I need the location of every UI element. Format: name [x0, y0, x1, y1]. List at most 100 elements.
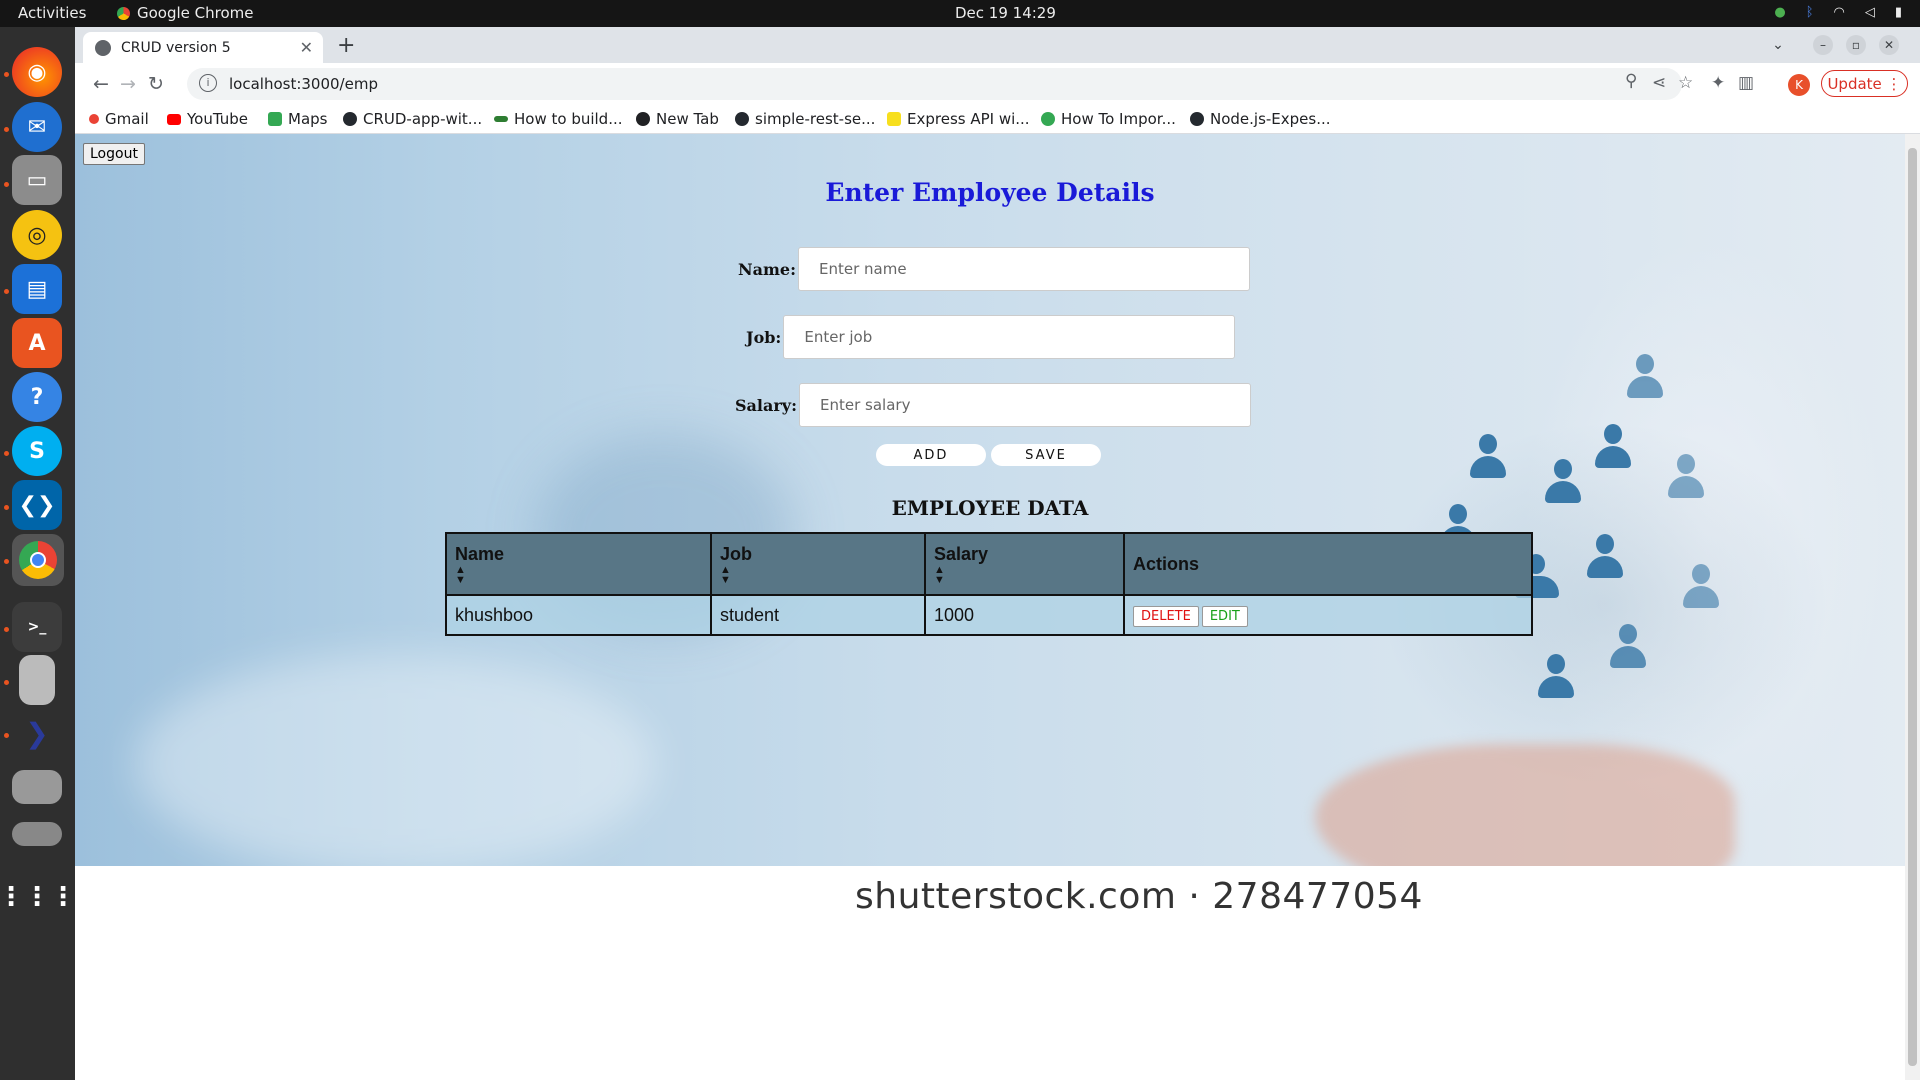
bookmark-maps[interactable]: Maps	[268, 110, 327, 128]
person-icon	[1538, 654, 1574, 698]
app-center-icon[interactable]: A	[12, 318, 62, 368]
running-indicator	[4, 559, 9, 564]
bookmark-how-to-build[interactable]: How to build...	[494, 110, 623, 128]
job-input[interactable]	[783, 315, 1236, 359]
logout-button[interactable]: Logout	[83, 143, 145, 165]
clock[interactable]: Dec 19 14:29	[955, 4, 1056, 22]
profile-avatar[interactable]: K	[1788, 74, 1810, 96]
wifi-icon: ◠	[1833, 5, 1845, 20]
google-icon	[89, 114, 99, 124]
page-scrollbar[interactable]	[1905, 134, 1920, 1080]
vscode-icon[interactable]: ❮❯	[12, 480, 62, 530]
background-blur	[135, 654, 655, 874]
maximize-button[interactable]: ▫	[1846, 35, 1866, 55]
thunderbird-icon[interactable]: ✉	[12, 102, 62, 152]
name-label: Name:	[738, 259, 797, 279]
cell-salary: 1000	[924, 594, 1125, 636]
person-icon	[1668, 454, 1704, 498]
bookmark-crud-app[interactable]: CRUD-app-wit...	[343, 110, 482, 128]
javascript-icon	[887, 112, 901, 126]
browser-toolbar: ← → ↻ i localhost:3000/emp ⚲ ⋖ ☆ ✦ ▥ K U…	[75, 63, 1920, 105]
bookmark-youtube[interactable]: YouTube	[167, 110, 248, 128]
back-button[interactable]: ←	[93, 73, 109, 95]
system-top-bar: Activities Google Chrome Dec 19 14:29 ● …	[0, 0, 1920, 27]
reload-button[interactable]: ↻	[148, 73, 164, 95]
bookmark-star-icon[interactable]: ☆	[1678, 73, 1693, 93]
app-name: Google Chrome	[137, 4, 254, 22]
check-icon	[1041, 112, 1055, 126]
terminal-icon[interactable]: >_	[12, 602, 62, 652]
link-icon	[494, 116, 508, 122]
bluetooth-icon: ᛒ	[1805, 5, 1814, 20]
bookmark-how-to-import[interactable]: How To Impor...	[1041, 110, 1176, 128]
disk-icon[interactable]	[12, 770, 62, 804]
github-icon	[735, 112, 749, 126]
share-icon[interactable]: ⋖	[1652, 73, 1666, 93]
bookmark-express-api[interactable]: Express API wi...	[887, 110, 1030, 128]
edit-button[interactable]: EDIT	[1201, 605, 1248, 627]
running-indicator	[4, 627, 9, 632]
cell-name: khushboo	[445, 594, 712, 636]
person-icon	[1610, 624, 1646, 668]
bookmark-nodejs[interactable]: Node.js-Expes...	[1190, 110, 1331, 128]
name-input[interactable]	[798, 247, 1251, 291]
close-window-button[interactable]: ✕	[1879, 35, 1899, 55]
address-bar[interactable]: i localhost:3000/emp	[187, 68, 1682, 100]
bookmark-simple-rest[interactable]: simple-rest-se...	[735, 110, 875, 128]
delete-button[interactable]: DELETE	[1133, 605, 1199, 627]
column-header-name[interactable]: Name ▲ ▼	[445, 532, 712, 596]
bookmark-new-tab[interactable]: New Tab	[636, 110, 719, 128]
running-indicator	[4, 182, 9, 187]
sort-icon[interactable]: ▲ ▼	[934, 564, 1115, 585]
rhythmbox-icon[interactable]: ◎	[12, 210, 62, 260]
extensions-icon[interactable]: ✦	[1711, 73, 1725, 93]
globe-icon	[636, 112, 650, 126]
save-button[interactable]: SAVE	[991, 444, 1101, 466]
scrollbar-thumb[interactable]	[1908, 148, 1917, 1066]
job-label: Job:	[746, 327, 782, 347]
tab-crud[interactable]: CRUD version 5 ✕	[83, 32, 323, 63]
site-info-icon[interactable]: i	[199, 74, 217, 92]
table-row: khushboo student 1000 DELETE EDIT	[445, 594, 1533, 636]
side-panel-icon[interactable]: ▥	[1738, 73, 1754, 93]
person-icon	[1595, 424, 1631, 468]
app-menu[interactable]: Google Chrome	[117, 4, 254, 22]
person-icon	[1683, 564, 1719, 608]
running-indicator	[4, 72, 9, 77]
apps-grid-icon[interactable]: ⋮⋮⋮	[0, 872, 76, 922]
update-button[interactable]: Update ⋮	[1821, 70, 1908, 97]
running-indicator	[4, 127, 9, 132]
system-tray[interactable]: ● ᛒ ◠ ◁ ▮	[1774, 5, 1902, 20]
forward-button[interactable]: →	[120, 73, 136, 95]
dock: ◉ ✉ ▭ ◎ ▤ A ? S ❮❯ >_ ❯ ⋮⋮⋮	[0, 27, 76, 1080]
bookmarks-bar: Gmail YouTube Maps CRUD-app-wit... How t…	[75, 105, 1920, 134]
column-header-salary[interactable]: Salary ▲ ▼	[924, 532, 1125, 596]
update-icon: ●	[1774, 5, 1786, 20]
drive-icon[interactable]	[12, 822, 62, 846]
table-header-row: Name ▲ ▼ Job ▲ ▼ Salary ▲ ▼ Actions	[445, 532, 1533, 596]
globe-icon	[95, 39, 111, 56]
sort-icon[interactable]: ▲ ▼	[720, 564, 916, 585]
writer-icon[interactable]: ▤	[12, 264, 62, 314]
activities-button[interactable]: Activities	[18, 4, 86, 22]
tab-close-icon[interactable]: ✕	[300, 38, 313, 57]
skype-icon[interactable]: S	[12, 426, 62, 476]
bookmark-gmail[interactable]: Gmail	[89, 110, 149, 128]
battery-icon: ▮	[1894, 5, 1902, 20]
help-icon[interactable]: ?	[12, 372, 62, 422]
app-icon[interactable]: ❯	[12, 708, 62, 758]
column-header-job[interactable]: Job ▲ ▼	[710, 532, 926, 596]
minimize-button[interactable]: –	[1813, 35, 1833, 55]
firefox-icon[interactable]: ◉	[12, 47, 62, 97]
sort-icon[interactable]: ▲ ▼	[455, 564, 702, 585]
zoom-icon[interactable]: ⚲	[1625, 71, 1637, 91]
person-icon	[1587, 534, 1623, 578]
tab-search-icon[interactable]: ⌄	[1768, 35, 1788, 55]
files-icon[interactable]: ▭	[12, 155, 62, 205]
salary-input[interactable]	[799, 383, 1251, 427]
new-tab-button[interactable]: +	[337, 33, 355, 58]
name-row: Name:	[738, 247, 1251, 291]
chrome-icon[interactable]	[12, 534, 64, 586]
usb-icon[interactable]	[19, 655, 55, 705]
add-button[interactable]: ADD	[876, 444, 986, 466]
